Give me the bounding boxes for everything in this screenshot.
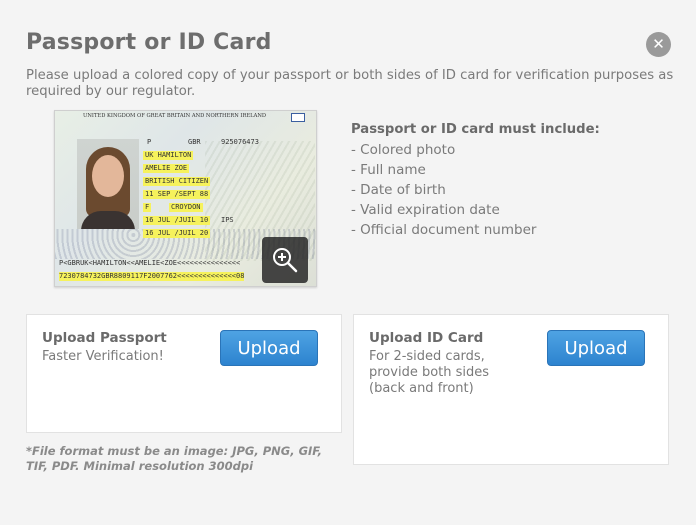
- passport-header: UNITED KINGDOM OF GREAT BRITAIN AND NORT…: [83, 113, 267, 119]
- upload-id-subtitle: For 2-sided cards, provide both sides (b…: [369, 349, 490, 396]
- passport-type: P: [147, 138, 152, 146]
- passport-place: CROYDON: [169, 203, 203, 212]
- passport-id-modal: Passport or ID Card ✕ Please upload a co…: [0, 0, 696, 525]
- upload-id-title: Upload ID Card: [369, 330, 484, 346]
- modal-title: Passport or ID Card: [26, 30, 272, 55]
- requirements-list: Colored photo Full name Date of birth Va…: [351, 140, 536, 240]
- upload-passport-title: Upload Passport: [42, 330, 167, 346]
- passport-code: GBR: [188, 138, 201, 146]
- upload-passport-subtitle: Faster Verification!: [42, 349, 164, 364]
- passport-expiry-date: 16 JUL /JUIL 20: [143, 229, 211, 238]
- upload-id-card: Upload ID Card For 2-sided cards, provid…: [353, 314, 669, 465]
- passport-dob: 11 SEP /SEPT 88: [143, 190, 211, 199]
- requirements-title: Passport or ID card must include:: [351, 122, 600, 137]
- intro-text: Please upload a colored copy of your pas…: [26, 68, 674, 99]
- close-icon[interactable]: ✕: [646, 32, 671, 57]
- passport-photo: [77, 139, 139, 229]
- passport-mrz-line-2: 7230784732GBR8809117F2007762<<<<<<<<<<<<…: [59, 272, 245, 281]
- requirement-item: Full name: [351, 160, 536, 180]
- requirement-item: Colored photo: [351, 140, 536, 160]
- passport-issue-date: 16 JUL /JUIL 10: [143, 216, 211, 225]
- upload-passport-card: Upload Passport Faster Verification! Upl…: [26, 314, 342, 433]
- upload-passport-button[interactable]: Upload: [220, 330, 318, 366]
- passport-mrz-line-1: P<GBRUK<HAMILTON<<AMELIE<ZOE<<<<<<<<<<<<…: [59, 259, 241, 267]
- requirement-item: Official document number: [351, 220, 536, 240]
- passport-issue-auth: IPS: [221, 216, 234, 224]
- requirement-item: Date of birth: [351, 180, 536, 200]
- passport-sex: F: [143, 203, 152, 212]
- passport-nationality: BRITISH CITIZEN: [143, 177, 211, 186]
- requirement-item: Valid expiration date: [351, 200, 536, 220]
- file-format-note: *File format must be an image: JPG, PNG,…: [26, 444, 323, 473]
- flag-icon: [291, 113, 305, 122]
- passport-surname: UK HAMILTON: [143, 151, 194, 160]
- passport-given-names: AMELIE ZOE: [143, 164, 190, 173]
- zoom-in-icon[interactable]: [262, 237, 308, 283]
- upload-id-button[interactable]: Upload: [547, 330, 645, 366]
- passport-number: 925076473: [221, 138, 259, 146]
